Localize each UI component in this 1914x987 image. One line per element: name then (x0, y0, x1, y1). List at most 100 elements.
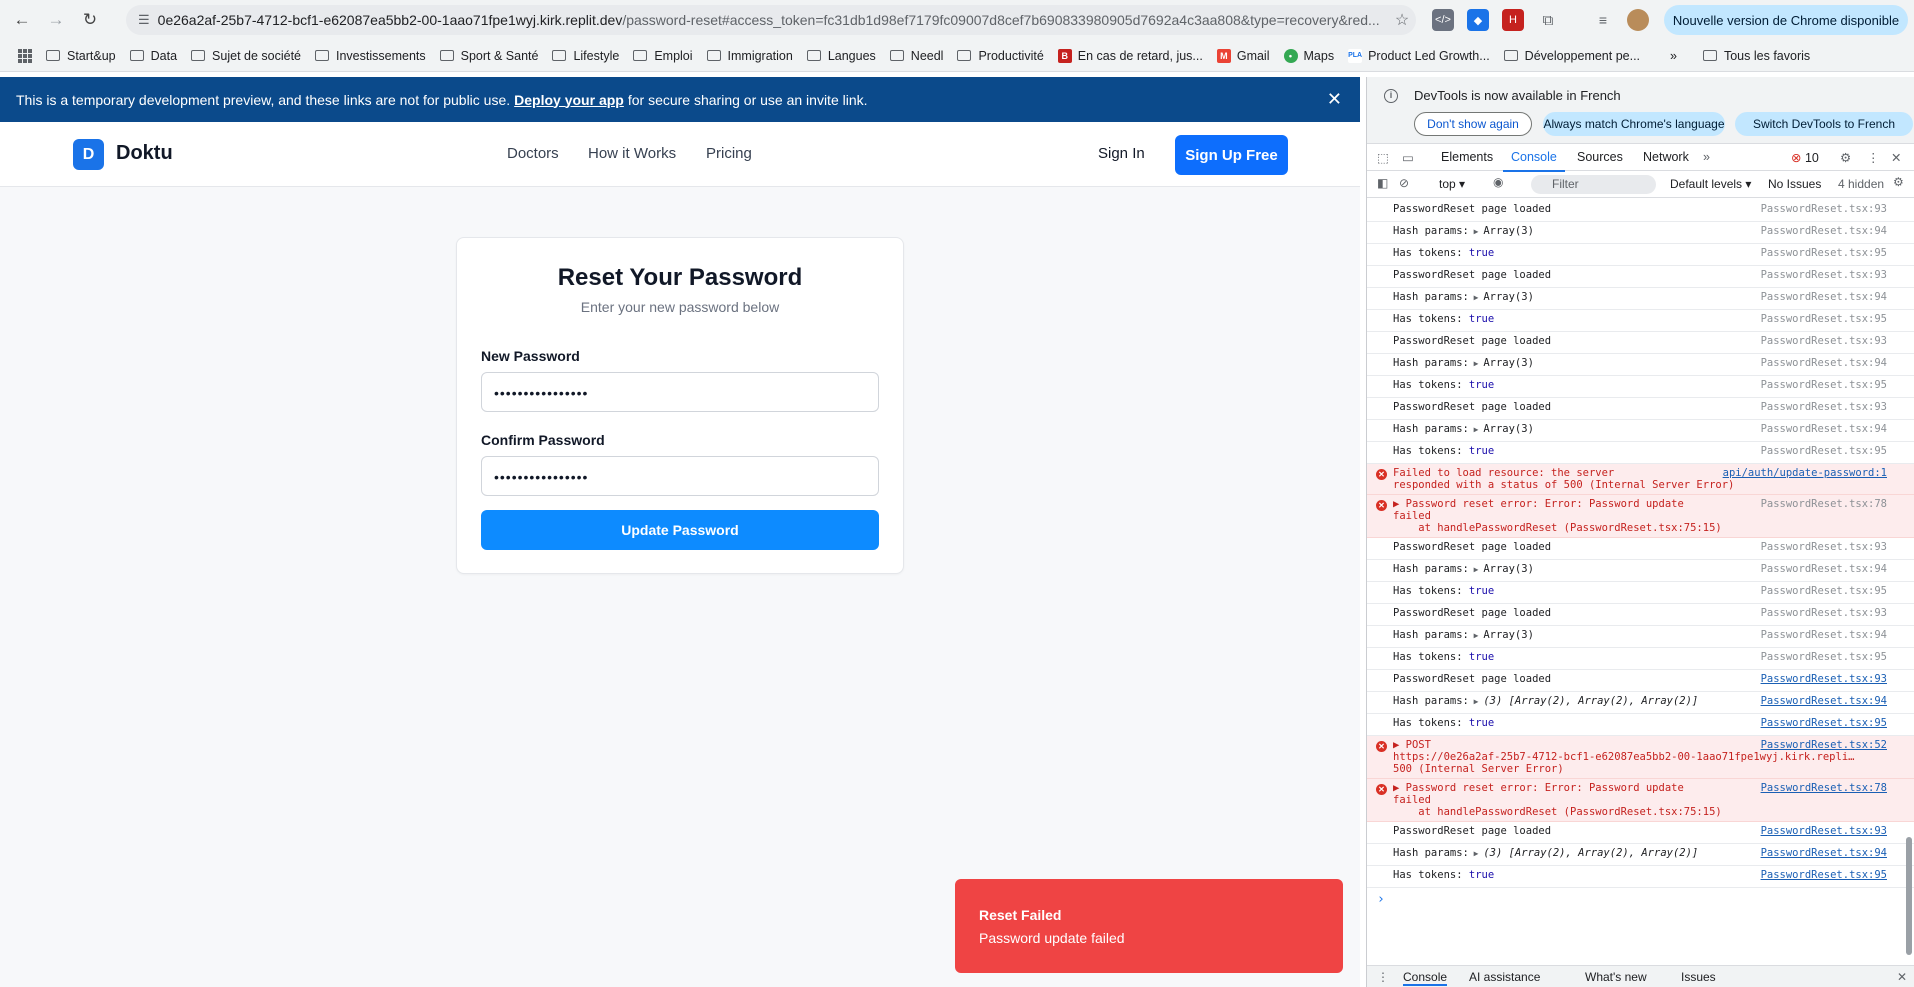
settings-gear-icon[interactable]: ⚙ (1840, 150, 1851, 165)
bookmark-folder[interactable]: Needl (889, 49, 943, 63)
profile-avatar[interactable] (1627, 9, 1649, 31)
source-link[interactable]: PasswordReset.tsx:93 (1761, 607, 1887, 619)
deploy-link[interactable]: Deploy your app (514, 92, 624, 108)
close-devtools-icon[interactable]: ✕ (1891, 150, 1901, 165)
tab-sources[interactable]: Sources (1577, 150, 1623, 164)
bookmark-folder[interactable]: Immigration (706, 49, 793, 63)
console-value[interactable]: Array(3) (1483, 357, 1534, 369)
source-link[interactable]: api/auth/update-password:1 (1723, 467, 1887, 479)
console-value[interactable]: Array(3) (1483, 563, 1534, 575)
extension-icon[interactable]: H (1502, 9, 1524, 31)
reload-icon[interactable]: ↻ (78, 8, 102, 32)
console-value[interactable]: (3) [Array(2), Array(2), Array(2)] (1483, 695, 1698, 707)
logo[interactable]: D (73, 139, 104, 170)
source-link[interactable]: PasswordReset.tsx:93 (1761, 825, 1887, 837)
bookmark-link[interactable]: M Gmail (1216, 48, 1270, 63)
source-link[interactable]: PasswordReset.tsx:94 (1761, 629, 1887, 641)
chevron-right-icon[interactable]: » (1670, 49, 1677, 63)
source-link[interactable]: PasswordReset.tsx:95 (1761, 869, 1887, 881)
source-link[interactable]: PasswordReset.tsx:94 (1761, 423, 1887, 435)
issues-count[interactable]: No Issues (1768, 177, 1821, 191)
source-link[interactable]: PasswordReset.tsx:93 (1761, 335, 1887, 347)
bookmark-folder[interactable]: Sujet de société (191, 49, 301, 63)
source-link[interactable]: PasswordReset.tsx:95 (1761, 717, 1887, 729)
extension-code-icon[interactable]: </> (1432, 9, 1454, 31)
console-settings-icon[interactable]: ⚙ (1893, 175, 1904, 189)
tab-console[interactable]: Console (1503, 150, 1565, 172)
all-bookmarks-folder[interactable]: Tous les favoris (1702, 49, 1810, 63)
chrome-update-button[interactable]: Nouvelle version de Chrome disponible (1664, 5, 1908, 35)
source-link[interactable]: PasswordReset.tsx:94 (1761, 357, 1887, 369)
source-link[interactable]: PasswordReset.tsx:93 (1761, 203, 1887, 215)
bookmark-folder[interactable]: Développement pe... (1503, 49, 1640, 63)
expand-caret-icon[interactable]: ▶ (1469, 631, 1483, 640)
update-password-button[interactable]: Update Password (481, 510, 879, 550)
address-bar[interactable]: ☰ 0e26a2af-25b7-4712-bcf1-e62087ea5bb2-0… (126, 5, 1416, 35)
context-selector[interactable]: top ▾ (1439, 177, 1465, 191)
source-link[interactable]: PasswordReset.tsx:93 (1761, 401, 1887, 413)
sign-up-button[interactable]: Sign Up Free (1175, 135, 1288, 175)
console-prompt[interactable]: › (1367, 888, 1914, 907)
more-tabs-icon[interactable]: » (1703, 150, 1710, 164)
expand-caret-icon[interactable]: ▶ (1469, 227, 1483, 236)
bookmark-folder[interactable]: Start&up (46, 49, 116, 63)
source-link[interactable]: PasswordReset.tsx:94 (1761, 291, 1887, 303)
drawer-tab-whats-new[interactable]: What's new (1585, 970, 1647, 984)
source-link[interactable]: PasswordReset.tsx:94 (1761, 225, 1887, 237)
inspect-icon[interactable]: ⬚ (1377, 150, 1389, 165)
source-link[interactable]: PasswordReset.tsx:95 (1761, 379, 1887, 391)
source-link[interactable]: PasswordReset.tsx:78 (1761, 782, 1887, 794)
source-link[interactable]: PasswordReset.tsx:93 (1761, 269, 1887, 281)
source-link[interactable]: PasswordReset.tsx:93 (1761, 541, 1887, 553)
sidebar-toggle-icon[interactable]: ◧ (1377, 176, 1388, 190)
expand-caret-icon[interactable]: ▶ (1469, 425, 1483, 434)
source-link[interactable]: PasswordReset.tsx:94 (1761, 563, 1887, 575)
bookmark-folder[interactable]: Data (129, 49, 177, 63)
drawer-tab-console[interactable]: Console (1403, 970, 1448, 986)
source-link[interactable]: PasswordReset.tsx:52 (1761, 739, 1887, 751)
bookmark-link[interactable]: • Maps (1283, 48, 1334, 63)
console-value[interactable]: Array(3) (1483, 225, 1534, 237)
expand-caret-icon[interactable]: ▶ (1469, 849, 1483, 858)
error-count-badge[interactable]: ⊗ 10 (1791, 150, 1819, 165)
nav-how-it-works[interactable]: How it Works (588, 145, 676, 162)
source-link[interactable]: PasswordReset.tsx:95 (1761, 247, 1887, 259)
console-value[interactable]: Array(3) (1483, 423, 1534, 435)
source-link[interactable]: PasswordReset.tsx:93 (1761, 673, 1887, 685)
reading-list-icon[interactable]: ≡ (1592, 9, 1614, 31)
drawer-tab-ai-assistance[interactable]: AI assistance (1469, 970, 1540, 984)
source-link[interactable]: PasswordReset.tsx:95 (1761, 651, 1887, 663)
console-value[interactable]: Array(3) (1483, 291, 1534, 303)
bookmark-star-icon[interactable]: ☆ (1388, 10, 1416, 30)
match-language-button[interactable]: Always match Chrome's language (1543, 112, 1725, 136)
switch-language-button[interactable]: Switch DevTools to French (1735, 112, 1913, 136)
expand-caret-icon[interactable]: ▶ (1469, 293, 1483, 302)
log-levels-dropdown[interactable]: Default levels ▾ (1670, 177, 1751, 191)
bookmark-folder[interactable]: Langues (806, 49, 876, 63)
console-value[interactable]: (3) [Array(2), Array(2), Array(2)] (1483, 847, 1698, 859)
bookmark-link[interactable]: B En cas de retard, jus... (1057, 48, 1203, 63)
bookmark-link[interactable]: PLA Product Led Growth... (1348, 48, 1490, 63)
console-log[interactable]: PasswordReset page loaded PasswordReset.t… (1367, 200, 1914, 965)
back-icon[interactable]: ← (10, 8, 34, 32)
console-filter-input[interactable]: Filter (1531, 175, 1656, 194)
expand-caret-icon[interactable]: ▶ (1469, 697, 1483, 706)
source-link[interactable]: PasswordReset.tsx:95 (1761, 445, 1887, 457)
expand-caret-icon[interactable]: ▶ (1469, 359, 1483, 368)
source-link[interactable]: PasswordReset.tsx:78 (1761, 498, 1887, 510)
source-link[interactable]: PasswordReset.tsx:94 (1761, 695, 1887, 707)
device-toolbar-icon[interactable]: ▭ (1402, 150, 1414, 165)
bookmark-folder[interactable]: Emploi (633, 49, 693, 63)
tab-elements[interactable]: Elements (1441, 150, 1493, 164)
bookmark-folder[interactable]: Lifestyle (552, 49, 619, 63)
console-value[interactable]: Array(3) (1483, 629, 1534, 641)
eye-icon[interactable]: ◉ (1493, 175, 1503, 189)
sign-in-button[interactable]: Sign In (1098, 145, 1145, 162)
clear-console-icon[interactable]: ⊘ (1399, 176, 1409, 190)
extension-icon[interactable]: ◆ (1467, 9, 1489, 31)
site-info-icon[interactable]: ☰ (138, 12, 150, 28)
apps-grid-icon[interactable] (18, 48, 32, 63)
logo-text[interactable]: Doktu (116, 142, 173, 165)
nav-doctors[interactable]: Doctors (507, 145, 559, 162)
source-link[interactable]: PasswordReset.tsx:95 (1761, 313, 1887, 325)
